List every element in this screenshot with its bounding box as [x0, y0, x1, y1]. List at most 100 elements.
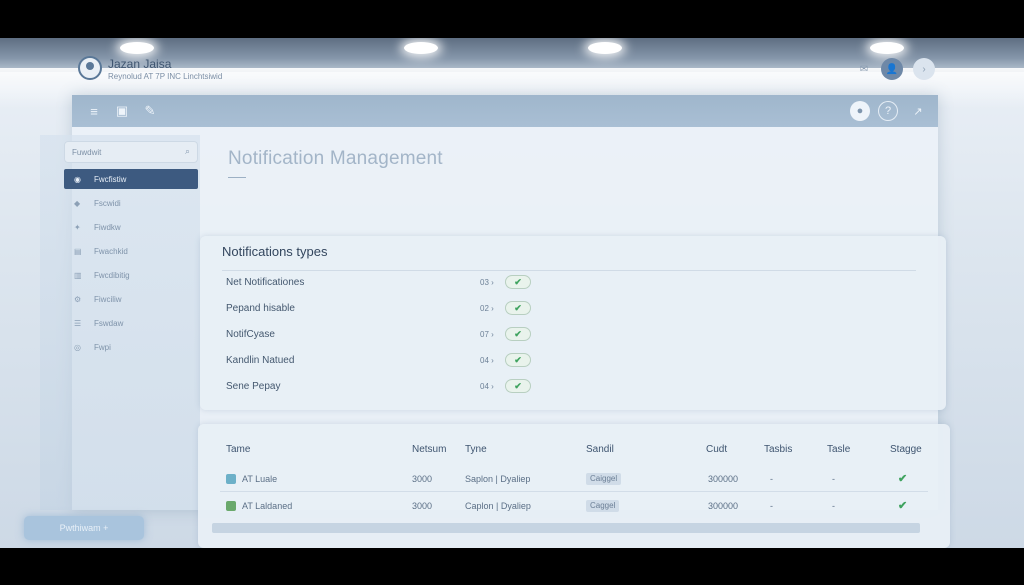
data-table: Tame Netsum Tyne Sandil Cudt Tasbis Tasl…	[198, 424, 950, 548]
lock-icon[interactable]: ▣	[112, 101, 132, 121]
notification-count[interactable]: 03 ›	[480, 278, 494, 287]
sidebar-item[interactable]: ◆ Fscwidi	[64, 193, 198, 213]
column-header[interactable]: Netsum	[412, 444, 446, 455]
sidebar: Fuwdwit ⌕ ◉ Fwcfistiw ◆ Fscwidi ✦ Fiwdkw…	[40, 135, 200, 510]
column-header[interactable]: Tame	[226, 444, 250, 455]
column-header[interactable]: Cudt	[706, 444, 727, 455]
notification-row: Net Notificationes 03 › ✔	[222, 273, 542, 293]
column-header[interactable]: Tasbis	[764, 444, 792, 455]
cell-tasle: -	[832, 474, 835, 484]
notification-label: Kandlin Natued	[226, 355, 295, 366]
cell-name: AT Laldaned	[242, 501, 293, 511]
notification-row: Pepand hisable 02 › ✔	[222, 299, 542, 319]
letterbox-bottom	[0, 548, 1024, 585]
notification-row: Sene Pepay 04 › ✔	[222, 377, 542, 397]
app-logo-icon	[78, 56, 102, 80]
notification-toggle[interactable]: ✔	[505, 301, 531, 315]
sidebar-item-label: Fswdaw	[94, 318, 124, 328]
notifications-card: Notifications types Net Notificationes 0…	[200, 236, 946, 410]
row-icon	[226, 474, 236, 484]
user-icon[interactable]: ●	[850, 101, 870, 121]
cell-tasbis: -	[770, 474, 773, 484]
pen-icon[interactable]: ✎	[140, 101, 160, 121]
sidebar-item-label: Fwcfistiw	[94, 174, 127, 184]
status-check-icon: ✔	[898, 473, 908, 485]
app-header: Jazan Jaisa Reynolud AT 7P INC Linchtsiw…	[78, 54, 958, 90]
notification-label: Sene Pepay	[226, 381, 281, 392]
cell-tasle: -	[832, 501, 835, 511]
sidebar-item[interactable]: ▤ Fwachkid	[64, 241, 198, 261]
divider	[222, 270, 916, 271]
toolbar: ≡ ▣ ✎ ● ? ↗	[72, 95, 938, 127]
column-header[interactable]: Stagge	[890, 444, 922, 455]
file-icon: ▥	[74, 270, 82, 280]
card-title: Notifications types	[222, 244, 328, 259]
sidebar-item-label: Fwcdibitig	[94, 270, 130, 280]
notification-toggle[interactable]: ✔	[505, 327, 531, 341]
notification-count[interactable]: 04 ›	[480, 382, 494, 391]
ceiling-light	[404, 42, 438, 54]
sidebar-item-label: Fwachkid	[94, 246, 128, 256]
expand-icon[interactable]: ↗	[908, 101, 928, 121]
notification-toggle[interactable]: ✔	[505, 275, 531, 289]
sidebar-item[interactable]: ✦ Fiwdkw	[64, 217, 198, 237]
ceiling-light	[120, 42, 154, 54]
notification-label: Net Notificationes	[226, 277, 305, 288]
cell-sandil: Caiggel	[586, 473, 622, 485]
help-icon: ◎	[74, 342, 81, 352]
bell-icon[interactable]: ✉	[853, 58, 875, 80]
cell-netsum: 3000	[412, 474, 433, 484]
sidebar-item[interactable]: ◎ Fwpi	[64, 337, 198, 357]
sidebar-bottom-button[interactable]: Pwthiwam +	[24, 516, 144, 540]
column-header[interactable]: Sandil	[586, 444, 614, 455]
gear-icon: ⚙	[74, 294, 82, 304]
app-subtitle: Reynolud AT 7P INC Linchtsiwid	[108, 72, 223, 81]
avatar[interactable]: 👤	[881, 58, 903, 80]
cell-netsum: 3000	[412, 501, 433, 511]
app-name: Jazan Jaisa	[108, 57, 172, 71]
title-underline	[228, 177, 246, 178]
sidebar-item[interactable]: ☰ Fswdaw	[64, 313, 198, 333]
home-icon: ◆	[74, 198, 81, 208]
sidebar-item-label: Fiwciliw	[94, 294, 122, 304]
cell-cudt: 300000	[708, 474, 739, 484]
notification-row: Kandlin Natued 04 › ✔	[222, 351, 542, 371]
sidebar-item-label: Fiwdkw	[94, 222, 121, 232]
more-icon[interactable]: ›	[913, 58, 935, 80]
chart-icon: ▤	[74, 246, 82, 256]
sidebar-item-label: Fscwidi	[94, 198, 121, 208]
column-header[interactable]: Tyne	[465, 444, 487, 455]
cell-sandil: Caggel	[586, 500, 620, 512]
row-icon	[226, 501, 236, 511]
notification-label: NotifCyase	[226, 329, 275, 340]
column-header[interactable]: Tasle	[827, 444, 850, 455]
menu-icon[interactable]: ≡	[84, 101, 104, 121]
cell-type: Caplon | Dyaliep	[465, 501, 531, 511]
cell-type: Saplon | Dyaliep	[465, 474, 531, 484]
status-check-icon: ✔	[898, 500, 908, 512]
cell-name: AT Luale	[242, 474, 278, 484]
notification-count[interactable]: 07 ›	[480, 330, 494, 339]
user-icon: ✦	[74, 222, 81, 232]
ceiling-light	[870, 42, 904, 54]
ceiling-light	[588, 42, 622, 54]
sidebar-item-notifications[interactable]: ◉ Fwcfistiw	[64, 169, 198, 189]
sidebar-search-placeholder: Fuwdwit	[72, 147, 102, 157]
notification-count[interactable]: 04 ›	[480, 356, 494, 365]
sidebar-item[interactable]: ⚙ Fiwciliw	[64, 289, 198, 309]
cell-cudt: 300000	[708, 501, 739, 511]
notification-count[interactable]: 02 ›	[480, 304, 494, 313]
notification-toggle[interactable]: ✔	[505, 353, 531, 367]
notification-row: NotifCyase 07 › ✔	[222, 325, 542, 345]
bell-icon: ◉	[74, 174, 81, 184]
horizontal-scrollbar[interactable]	[212, 523, 920, 533]
sidebar-item[interactable]: ▥ Fwcdibitig	[64, 265, 198, 285]
cell-tasbis: -	[770, 501, 773, 511]
notification-label: Pepand hisable	[226, 303, 295, 314]
page-title: Notification Management	[228, 148, 443, 169]
sidebar-search-input[interactable]: Fuwdwit ⌕	[64, 141, 198, 163]
search-icon: ⌕	[184, 146, 190, 156]
sidebar-item-label: Fwpi	[94, 342, 111, 352]
notification-toggle[interactable]: ✔	[505, 379, 531, 393]
help-icon[interactable]: ?	[878, 101, 898, 121]
